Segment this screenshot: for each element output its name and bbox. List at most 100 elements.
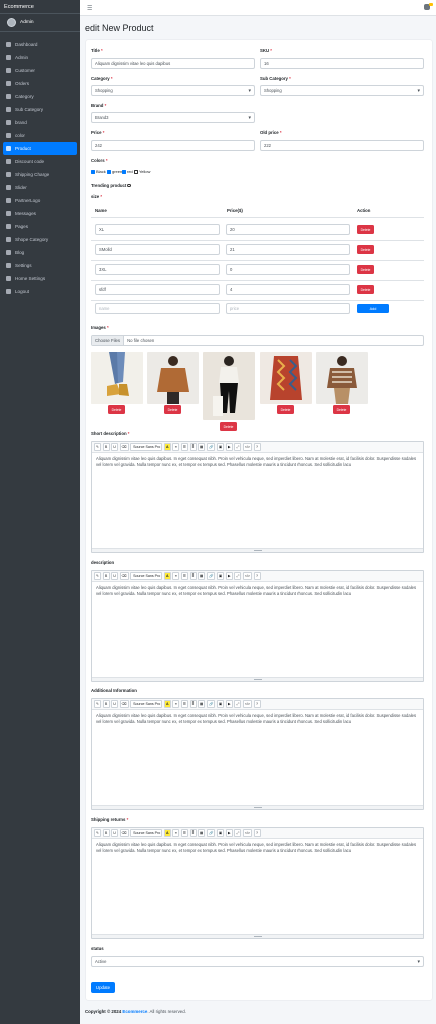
brand-select[interactable]: Brand3 [91,112,255,123]
font-color-button[interactable]: A [163,829,171,837]
update-button[interactable]: Update [91,982,115,993]
sidebar-item-shope-category[interactable]: Shope Category [3,233,77,246]
magic-wand-icon[interactable]: ✎ [94,829,102,837]
sidebar-item-partnerlogo[interactable]: PartnerLogo [3,194,77,207]
delete-size-button[interactable]: Delete [357,285,374,294]
footer-brand-link[interactable]: Ecommerce [122,1009,147,1014]
sidebar-item-pages[interactable]: Pages [3,220,77,233]
editor-resize-handle[interactable] [92,548,423,552]
bold-button[interactable]: B [102,829,110,837]
editor-content[interactable]: Aliquam dignissim vitae leo quis dapibus… [92,453,423,472]
status-select[interactable]: Active [91,956,424,967]
sidebar-item-settings[interactable]: Settings [3,259,77,272]
font-family-select[interactable]: Source Sans Pro [130,700,163,708]
delete-size-button[interactable]: Delete [357,265,374,274]
category-select[interactable]: Shopping [91,85,255,96]
video-button[interactable]: ▶ [225,829,233,837]
link-button[interactable]: 🔗 [206,829,216,837]
size-price-input[interactable]: 20 [226,224,350,235]
help-button[interactable]: ? [253,443,261,451]
paragraph-button[interactable]: ≣ [189,572,197,580]
color-option-yellow[interactable]: Yellow [134,169,150,174]
code-view-button[interactable]: </> [242,443,253,451]
size-name-input[interactable]: sfdf [95,284,220,295]
color-checkbox[interactable] [91,169,95,174]
unordered-list-button[interactable]: ≡ [172,572,180,580]
user-panel[interactable]: Admin [0,14,80,32]
size-name-input[interactable]: XL [95,224,220,235]
ordered-list-button[interactable]: ☰ [180,572,189,580]
editor-resize-handle[interactable] [92,934,423,938]
size-name-input[interactable]: SMolld [95,244,220,255]
brand-logo[interactable]: Ecommerce [0,0,80,14]
font-family-select[interactable]: Source Sans Pro [130,443,163,451]
help-button[interactable]: ? [253,572,261,580]
trending-checkbox[interactable] [127,183,131,188]
editor-content[interactable]: Aliquam dignissim vitae leo quis dapibus… [92,839,423,858]
magic-wand-icon[interactable]: ✎ [94,572,102,580]
images-file-input[interactable]: Choose Files No file chosen [91,335,424,346]
rich-text-editor[interactable]: ✎ B U ⌫ Source Sans Pro A ≡ ☰ ≣ ▦ 🔗 ▣ ▶ ⤢ </>? Aliquam … [91,570,424,682]
unordered-list-button[interactable]: ≡ [172,829,180,837]
price-input[interactable]: 242 [91,140,255,151]
sidebar-item-color[interactable]: color [3,129,77,142]
color-checkbox[interactable] [122,169,126,174]
sidebar-item-discount-code[interactable]: Discount code [3,155,77,168]
sidebar-item-customer[interactable]: Customer [3,64,77,77]
eraser-icon[interactable]: ⌫ [119,443,129,451]
ordered-list-button[interactable]: ☰ [180,700,189,708]
fullscreen-button[interactable]: ⤢ [234,572,242,580]
delete-image-5-button[interactable]: Delete [333,405,350,414]
color-checkbox[interactable] [107,169,111,174]
sidebar-item-product[interactable]: Product [3,142,77,155]
editor-content[interactable]: Aliquam dignissim vitae leo quis dapibus… [92,710,423,729]
size-name-input[interactable]: 3XL [95,264,220,275]
sidebar-item-logout[interactable]: Logout [3,285,77,298]
table-button[interactable]: ▦ [198,443,206,451]
delete-image-4-button[interactable]: Delete [277,405,294,414]
fullscreen-button[interactable]: ⤢ [234,700,242,708]
video-button[interactable]: ▶ [225,700,233,708]
delete-image-3-button[interactable]: Delete [220,422,237,431]
color-option-black[interactable]: Black [91,169,106,174]
fullscreen-button[interactable]: ⤢ [234,443,242,451]
image-button[interactable]: ▣ [216,443,225,451]
sidebar-item-messages[interactable]: Messages [3,207,77,220]
link-button[interactable]: 🔗 [206,572,216,580]
color-option-green[interactable]: green [107,169,122,174]
color-checkbox[interactable] [134,169,138,174]
delete-size-button[interactable]: Delete [357,225,374,234]
image-button[interactable]: ▣ [216,829,225,837]
sidebar-item-orders[interactable]: Orders [3,77,77,90]
table-button[interactable]: ▦ [198,572,206,580]
table-button[interactable]: ▦ [198,829,206,837]
sidebar-item-brand[interactable]: brand [3,116,77,129]
underline-button[interactable]: U [111,829,119,837]
font-color-button[interactable]: A [163,443,171,451]
image-button[interactable]: ▣ [216,700,225,708]
new-size-price-input[interactable]: price [226,303,350,314]
font-family-select[interactable]: Source Sans Pro [130,829,163,837]
size-price-input[interactable]: 21 [226,244,350,255]
sidebar-item-home-settings[interactable]: Home Settings [3,272,77,285]
font-color-button[interactable]: A [163,572,171,580]
sidebar-item-category[interactable]: Category [3,90,77,103]
underline-button[interactable]: U [111,443,119,451]
sidebar-item-slider[interactable]: Slider [3,181,77,194]
code-view-button[interactable]: </> [242,572,253,580]
editor-content[interactable]: Aliquam dignissim vitae leo quis dapibus… [92,582,423,601]
underline-button[interactable]: U [111,700,119,708]
video-button[interactable]: ▶ [225,572,233,580]
fullscreen-button[interactable]: ⤢ [234,829,242,837]
rich-text-editor[interactable]: ✎ B U ⌫ Source Sans Pro A ≡ ☰ ≣ ▦ 🔗 ▣ ▶ ⤢ </>? Aliquam … [91,698,424,810]
font-color-button[interactable]: A [163,700,171,708]
choose-files-button[interactable]: Choose Files [92,336,125,345]
sidebar-item-blog[interactable]: Blog [3,246,77,259]
eraser-icon[interactable]: ⌫ [119,829,129,837]
ordered-list-button[interactable]: ☰ [180,443,189,451]
code-view-button[interactable]: </> [242,700,253,708]
link-button[interactable]: 🔗 [206,700,216,708]
add-size-button[interactable]: Add [357,304,389,313]
size-price-input[interactable]: 4 [226,284,350,295]
unordered-list-button[interactable]: ≡ [172,443,180,451]
